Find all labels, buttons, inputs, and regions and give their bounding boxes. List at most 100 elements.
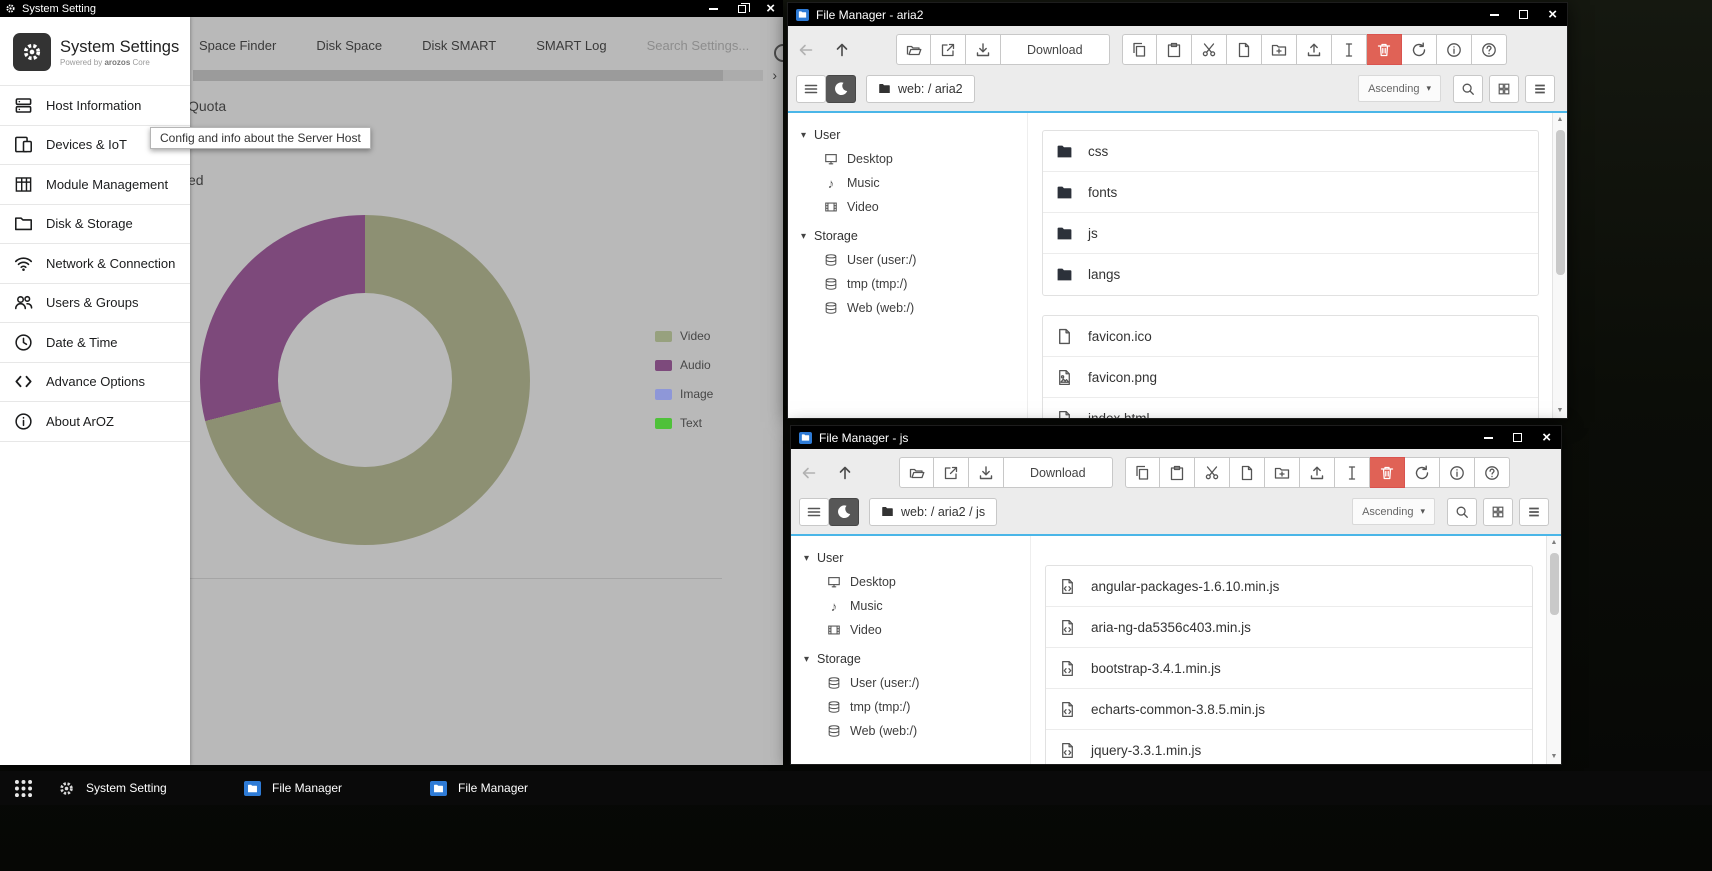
open-folder-button[interactable] bbox=[899, 457, 934, 488]
file-row-angular[interactable]: angular-packages-1.6.10.min.js bbox=[1046, 566, 1532, 607]
dark-mode-button[interactable] bbox=[826, 75, 856, 103]
tree-item-video[interactable]: Video bbox=[801, 195, 1027, 219]
menu-button[interactable] bbox=[796, 75, 826, 103]
copy-button[interactable] bbox=[1122, 34, 1157, 65]
open-external-button[interactable] bbox=[934, 457, 969, 488]
search-button[interactable] bbox=[1447, 498, 1477, 526]
new-folder-button[interactable] bbox=[1262, 34, 1297, 65]
file-row-favicon-ico[interactable]: favicon.ico bbox=[1043, 316, 1538, 357]
download-icon-button[interactable] bbox=[966, 34, 1001, 65]
file-row-aria-ng[interactable]: aria-ng-da5356c403.min.js bbox=[1046, 607, 1532, 648]
up-button[interactable] bbox=[832, 38, 852, 62]
folder-row-fonts[interactable]: fonts bbox=[1043, 172, 1538, 213]
tab-disk-space[interactable]: Disk Space bbox=[316, 38, 382, 53]
help-button[interactable] bbox=[1475, 457, 1510, 488]
new-file-button[interactable] bbox=[1230, 457, 1265, 488]
folder-row-css[interactable]: css bbox=[1043, 131, 1538, 172]
maximize-button[interactable] bbox=[1513, 433, 1522, 442]
delete-button[interactable] bbox=[1370, 457, 1405, 488]
tab-disk-smart[interactable]: Disk SMART bbox=[422, 38, 496, 53]
upload-button[interactable] bbox=[1297, 34, 1332, 65]
grid-view-button[interactable] bbox=[1483, 498, 1513, 526]
sort-order-select[interactable]: Ascending ▾ bbox=[1352, 498, 1435, 525]
tree-item-tmp-drive[interactable]: tmp (tmp:/) bbox=[801, 272, 1027, 296]
file-row-echarts[interactable]: echarts-common-3.8.5.min.js bbox=[1046, 689, 1532, 730]
tree-item-desktop[interactable]: Desktop bbox=[804, 570, 1030, 594]
refresh-button[interactable] bbox=[1405, 457, 1440, 488]
tree-item-desktop[interactable]: Desktop bbox=[801, 147, 1027, 171]
settings-search-input[interactable] bbox=[647, 38, 775, 53]
rename-button[interactable] bbox=[1332, 34, 1367, 65]
tree-item-user-drive[interactable]: User (user:/) bbox=[801, 248, 1027, 272]
tab-smart-log[interactable]: SMART Log bbox=[536, 38, 606, 53]
scroll-up-icon[interactable]: ▲ bbox=[1557, 116, 1564, 124]
horizontal-scrollbar[interactable] bbox=[193, 70, 763, 81]
taskbar-item-file-manager-2[interactable]: File Manager bbox=[418, 771, 604, 805]
open-folder-button[interactable] bbox=[896, 34, 931, 65]
sidebar-item-advance-options[interactable]: Advance Options bbox=[0, 363, 190, 403]
tree-section-user[interactable]: ▾ User bbox=[801, 123, 1027, 147]
minimize-button[interactable] bbox=[1490, 14, 1499, 16]
legend-item-text[interactable]: Text bbox=[655, 417, 713, 429]
minimize-button[interactable] bbox=[709, 8, 718, 10]
tree-section-user[interactable]: ▾ User bbox=[804, 546, 1030, 570]
taskbar-item-system-setting[interactable]: System Setting bbox=[46, 771, 232, 805]
vertical-scrollbar[interactable]: ▲ ▼ bbox=[1546, 536, 1561, 764]
dark-mode-button[interactable] bbox=[829, 498, 859, 526]
restore-button[interactable] bbox=[738, 5, 746, 13]
list-view-button[interactable] bbox=[1525, 75, 1555, 103]
close-button[interactable]: × bbox=[1542, 433, 1551, 443]
file-row-favicon-png[interactable]: favicon.png bbox=[1043, 357, 1538, 398]
close-button[interactable]: × bbox=[1548, 10, 1557, 20]
new-file-button[interactable] bbox=[1227, 34, 1262, 65]
rename-button[interactable] bbox=[1335, 457, 1370, 488]
info-button[interactable] bbox=[1440, 457, 1475, 488]
sidebar-item-disk-storage[interactable]: Disk & Storage bbox=[0, 205, 190, 245]
paste-button[interactable] bbox=[1160, 457, 1195, 488]
titlebar[interactable]: File Manager - aria2 × bbox=[788, 3, 1567, 26]
taskbar-item-file-manager-1[interactable]: File Manager bbox=[232, 771, 418, 805]
download-icon-button[interactable] bbox=[969, 457, 1004, 488]
app-launcher-button[interactable] bbox=[0, 771, 46, 805]
file-row-bootstrap[interactable]: bootstrap-3.4.1.min.js bbox=[1046, 648, 1532, 689]
open-external-button[interactable] bbox=[931, 34, 966, 65]
horizontal-scrollbar-thumb[interactable] bbox=[193, 70, 723, 81]
legend-item-video[interactable]: Video bbox=[655, 330, 713, 342]
sidebar-item-host-information[interactable]: Host Information bbox=[0, 86, 190, 126]
upload-button[interactable] bbox=[1300, 457, 1335, 488]
file-row-jquery[interactable]: jquery-3.3.1.min.js bbox=[1046, 730, 1532, 764]
sidebar-item-users-groups[interactable]: Users & Groups bbox=[0, 284, 190, 324]
system-settings-titlebar[interactable]: System Setting × bbox=[0, 0, 783, 17]
tree-item-web-drive[interactable]: Web (web:/) bbox=[801, 296, 1027, 320]
tree-item-tmp-drive[interactable]: tmp (tmp:/) bbox=[804, 695, 1030, 719]
copy-button[interactable] bbox=[1125, 457, 1160, 488]
vertical-scrollbar[interactable]: ▲ ▼ bbox=[1552, 113, 1567, 418]
scroll-up-icon[interactable]: ▲ bbox=[1551, 539, 1558, 547]
folder-row-langs[interactable]: langs bbox=[1043, 254, 1538, 295]
scrollbar-thumb[interactable] bbox=[1556, 130, 1565, 275]
info-button[interactable] bbox=[1437, 34, 1472, 65]
help-button[interactable] bbox=[1472, 34, 1507, 65]
sidebar-item-about-aroz[interactable]: About ArOZ bbox=[0, 402, 190, 442]
legend-item-audio[interactable]: Audio bbox=[655, 359, 713, 371]
sort-order-select[interactable]: Ascending ▾ bbox=[1358, 75, 1441, 102]
scroll-down-icon[interactable]: ▼ bbox=[1551, 753, 1558, 761]
refresh-button[interactable] bbox=[1402, 34, 1437, 65]
tab-space-finder[interactable]: Space Finder bbox=[199, 38, 276, 53]
tree-item-user-drive[interactable]: User (user:/) bbox=[804, 671, 1030, 695]
sidebar-item-network-connection[interactable]: Network & Connection bbox=[0, 244, 190, 284]
tree-item-music[interactable]: ♪ Music bbox=[804, 594, 1030, 618]
chevron-right-icon[interactable]: › bbox=[772, 67, 777, 83]
tree-section-storage[interactable]: ▾ Storage bbox=[804, 647, 1030, 671]
cut-button[interactable] bbox=[1195, 457, 1230, 488]
folder-row-js[interactable]: js bbox=[1043, 213, 1538, 254]
paste-button[interactable] bbox=[1157, 34, 1192, 65]
list-view-button[interactable] bbox=[1519, 498, 1549, 526]
back-button[interactable] bbox=[796, 38, 816, 62]
tree-item-music[interactable]: ♪ Music bbox=[801, 171, 1027, 195]
legend-item-image[interactable]: Image bbox=[655, 388, 713, 400]
minimize-button[interactable] bbox=[1484, 437, 1493, 439]
maximize-button[interactable] bbox=[1519, 10, 1528, 19]
new-folder-button[interactable] bbox=[1265, 457, 1300, 488]
breadcrumb[interactable]: web: / aria2 bbox=[866, 75, 975, 103]
